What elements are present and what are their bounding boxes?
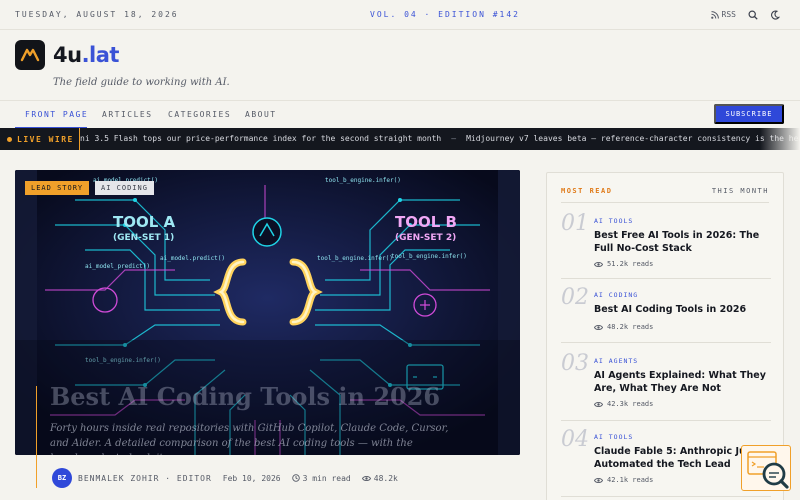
art-tool-b-sub: (GEN-SET 2) bbox=[395, 233, 456, 243]
item-reads-text: 42.3k reads bbox=[607, 400, 654, 408]
rank-number: 04 bbox=[561, 427, 589, 452]
read-time: 3 min read bbox=[291, 473, 351, 483]
item-category[interactable]: AI TOOLS bbox=[594, 217, 633, 225]
eye-icon bbox=[594, 324, 603, 330]
item-title[interactable]: Best Free AI Tools in 2026: The Full No-… bbox=[594, 229, 774, 255]
logo-mark-icon bbox=[20, 48, 40, 62]
brand-tld: .lat bbox=[81, 43, 120, 67]
item-title[interactable]: Best AI Coding Tools in 2026 bbox=[594, 303, 774, 316]
most-read-item[interactable]: 01 AI TOOLS Best Free AI Tools in 2026: … bbox=[561, 209, 771, 279]
author-name[interactable]: BENMALEK ZOHIR · EDITOR bbox=[78, 474, 212, 483]
rank-number: 01 bbox=[561, 211, 589, 236]
ticker-item[interactable]: Midjourney v7 leaves beta — reference-ch… bbox=[466, 134, 800, 143]
view-count-text: 48.2k bbox=[373, 473, 398, 483]
issue-date: TUESDAY, AUGUST 18, 2026 bbox=[15, 10, 179, 19]
brand-name: 4u bbox=[53, 43, 82, 67]
rank-number: 02 bbox=[561, 285, 589, 310]
item-reads-text: 48.2k reads bbox=[607, 323, 654, 331]
nav-categories[interactable]: CATEGORIES bbox=[168, 101, 231, 129]
ticker-separator: – bbox=[451, 134, 457, 143]
item-reads-text: 42.1k reads bbox=[607, 476, 654, 484]
item-reads: 48.2k reads bbox=[594, 323, 653, 331]
lead-story-hero[interactable]: TOOL A (GEN-SET 1) TOOL B (GEN-SET 2) ai… bbox=[15, 170, 520, 455]
most-read-item[interactable]: 03 AI AGENTS AI Agents Explained: What T… bbox=[561, 349, 771, 421]
art-tool-a: TOOL A bbox=[113, 213, 176, 231]
dark-mode-icon[interactable] bbox=[770, 9, 780, 20]
main-nav: FRONT PAGE ARTICLES CATEGORIES ABOUT bbox=[0, 100, 800, 129]
read-time-text: 3 min read bbox=[302, 473, 351, 483]
nav-front-page[interactable]: FRONT PAGE bbox=[25, 101, 88, 129]
clock-icon bbox=[291, 474, 300, 482]
eye-icon bbox=[594, 477, 603, 483]
live-wire-ticker: LIVE WIRE ni 3.5 Flash tops our price-pe… bbox=[0, 128, 800, 150]
live-wire-text: LIVE WIRE bbox=[17, 134, 74, 144]
ticker-item[interactable]: ni 3.5 Flash tops our price-performance … bbox=[80, 134, 441, 143]
rank-number: 03 bbox=[561, 351, 589, 376]
ticker-fade bbox=[760, 128, 800, 150]
art-code-label: ai_model.predict() bbox=[160, 255, 225, 262]
lead-dek: Forty hours inside real repositories wit… bbox=[50, 423, 449, 455]
view-count: 48.2k bbox=[361, 473, 398, 483]
lead-accent-rule bbox=[36, 386, 37, 488]
top-bar: TUESDAY, AUGUST 18, 2026 VOL. 04 · EDITI… bbox=[0, 0, 800, 30]
brand-logo bbox=[15, 40, 45, 70]
item-category[interactable]: AI AGENTS bbox=[594, 357, 638, 365]
nav-articles[interactable]: ARTICLES bbox=[102, 101, 153, 129]
live-wire-label: LIVE WIRE bbox=[0, 128, 80, 150]
search-icon[interactable] bbox=[748, 9, 758, 20]
most-read-item[interactable]: 04 AI TOOLS Claude Fable 5: Anthropic Ju… bbox=[561, 425, 771, 497]
brand-wordmark: 4u.lat bbox=[53, 43, 119, 67]
lead-byline: BZ BENMALEK ZOHIR · EDITOR Feb 10, 2026 … bbox=[52, 468, 398, 488]
floating-search-button[interactable] bbox=[741, 445, 791, 491]
item-reads: 42.1k reads bbox=[594, 476, 653, 484]
art-code-label: ai_model_predict() bbox=[85, 263, 150, 270]
rss-icon bbox=[710, 10, 719, 19]
item-title[interactable]: AI Agents Explained: What They Are, What… bbox=[594, 369, 774, 395]
search-terminal-icon bbox=[747, 451, 789, 489]
lead-headline[interactable]: Best AI Coding Tools in 2026 bbox=[50, 382, 440, 411]
subscribe-button[interactable]: SUBSCRIBE bbox=[714, 104, 784, 124]
art-code-label: tool_b_engine.infer() bbox=[391, 253, 467, 260]
item-reads: 51.2k reads bbox=[594, 260, 653, 268]
eye-icon bbox=[594, 261, 603, 267]
eye-icon bbox=[594, 401, 603, 407]
eye-icon bbox=[361, 475, 371, 481]
rss-label: RSS bbox=[721, 10, 736, 19]
top-tools: RSS bbox=[710, 9, 780, 20]
nav-about[interactable]: ABOUT bbox=[245, 101, 277, 129]
rss-link[interactable]: RSS bbox=[710, 10, 736, 19]
author-avatar[interactable]: BZ bbox=[52, 468, 72, 488]
item-reads: 42.3k reads bbox=[594, 400, 653, 408]
brand-tagline: The field guide to working with AI. bbox=[53, 77, 230, 88]
most-read-heading: MOST READ bbox=[561, 187, 613, 195]
lead-story-badge: LEAD STORY bbox=[25, 181, 90, 195]
item-category[interactable]: AI TOOLS bbox=[594, 433, 633, 441]
most-read-item[interactable]: 02 AI CODING Best AI Coding Tools in 202… bbox=[561, 283, 771, 343]
topic-badge[interactable]: AI CODING bbox=[95, 181, 154, 195]
most-read-period: THIS MONTH bbox=[711, 187, 769, 195]
item-reads-text: 51.2k reads bbox=[607, 260, 654, 268]
art-tool-b: TOOL B bbox=[395, 213, 457, 231]
publish-date: Feb 10, 2026 bbox=[223, 474, 281, 483]
publish-date-text: Feb 10, 2026 bbox=[222, 473, 281, 483]
edition-label: VOL. 04 · EDITION #142 bbox=[370, 10, 520, 19]
brand[interactable]: 4u.lat bbox=[15, 40, 119, 70]
ticker-track: ni 3.5 Flash tops our price-performance … bbox=[80, 128, 800, 150]
art-tool-a-sub: (GEN-SET 1) bbox=[113, 233, 174, 243]
most-read-divider bbox=[561, 202, 769, 203]
hero-illustration: TOOL A (GEN-SET 1) TOOL B (GEN-SET 2) ai… bbox=[15, 170, 520, 455]
item-category[interactable]: AI CODING bbox=[594, 291, 638, 299]
live-dot-icon bbox=[7, 136, 12, 142]
art-code-label: tool_b_engine.infer() bbox=[317, 255, 393, 262]
art-code-label: tool_b_engine.infer() bbox=[325, 177, 401, 184]
